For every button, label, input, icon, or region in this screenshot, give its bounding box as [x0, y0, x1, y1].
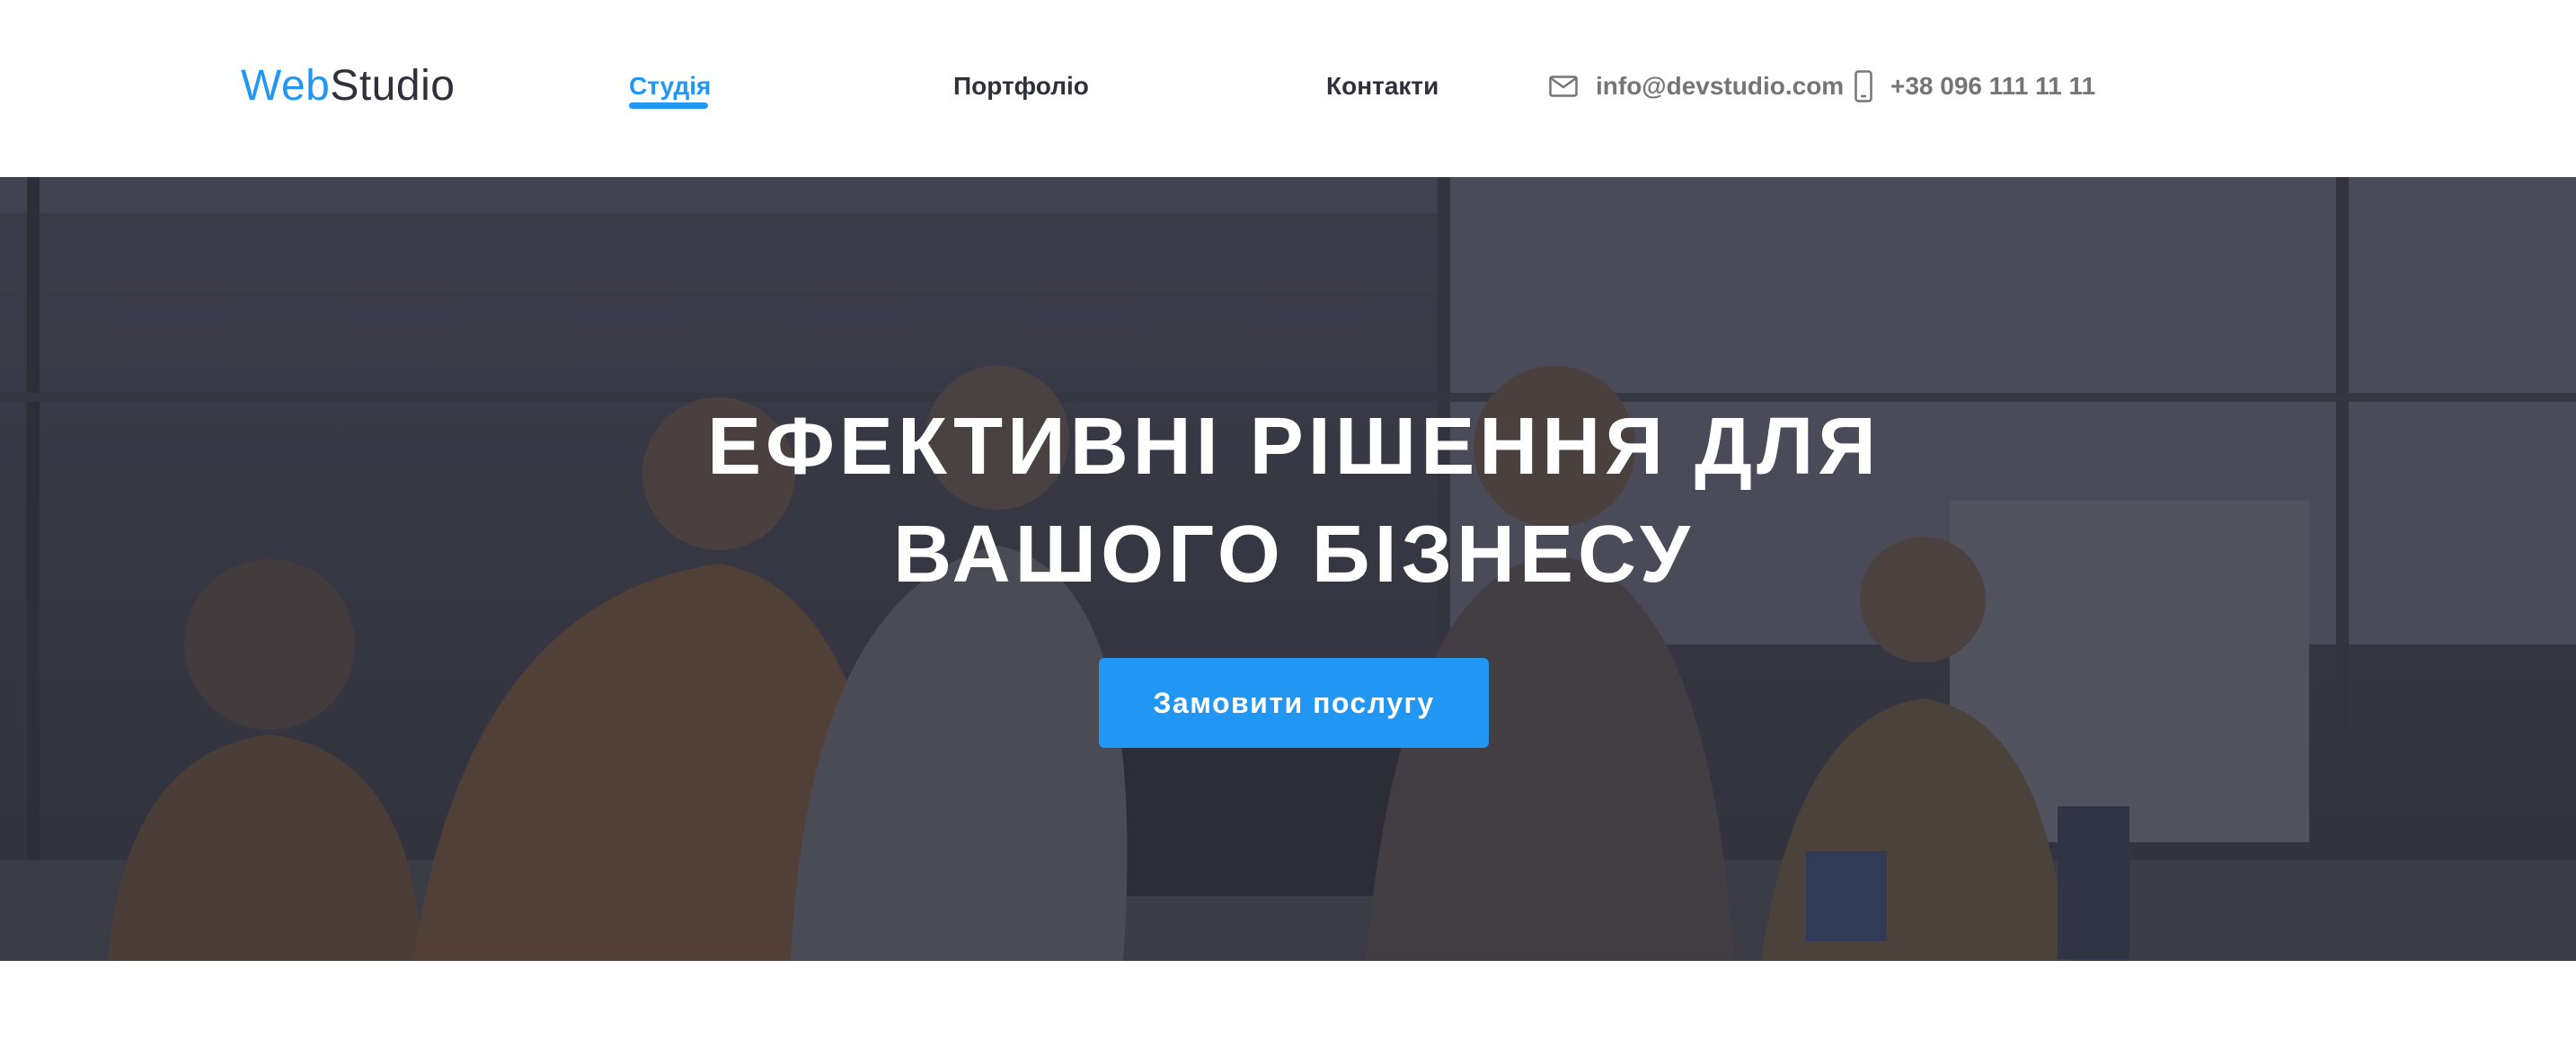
email-text: info@devstudio.com: [1596, 72, 1845, 100]
logo[interactable]: WebStudio: [241, 59, 455, 113]
site-header: WebStudio Студія Портфоліо Контакти info…: [0, 0, 2576, 177]
nav-link-studio[interactable]: Студія: [629, 68, 711, 104]
phone-text: +38 096 111 11 11: [1890, 72, 2096, 100]
phone-icon: [1855, 70, 1872, 102]
hero-title: ЕФЕКТИВНІ РІШЕННЯ ДЛЯ ВАШОГО БІЗНЕСУ: [629, 393, 1959, 609]
nav-link-contacts[interactable]: Контакти: [1326, 68, 1438, 104]
phone-link[interactable]: +38 096 111 11 11: [1855, 68, 2095, 104]
logo-part-studio: Studio: [330, 62, 456, 110]
email-link[interactable]: info@devstudio.com: [1549, 68, 1844, 104]
hero-title-line-1: ЕФЕКТИВНІ РІШЕННЯ ДЛЯ: [707, 402, 1881, 492]
hero-section: ЕФЕКТИВНІ РІШЕННЯ ДЛЯ ВАШОГО БІЗНЕСУ Зам…: [0, 177, 2576, 961]
order-service-button[interactable]: Замовити послугу: [1099, 658, 1489, 748]
mail-icon: [1549, 76, 1578, 97]
nav-link-portfolio[interactable]: Портфоліо: [953, 68, 1089, 104]
hero-title-line-2: ВАШОГО БІЗНЕСУ: [893, 510, 1695, 600]
nav-active-underline: [629, 102, 708, 109]
logo-part-web: Web: [241, 62, 331, 110]
